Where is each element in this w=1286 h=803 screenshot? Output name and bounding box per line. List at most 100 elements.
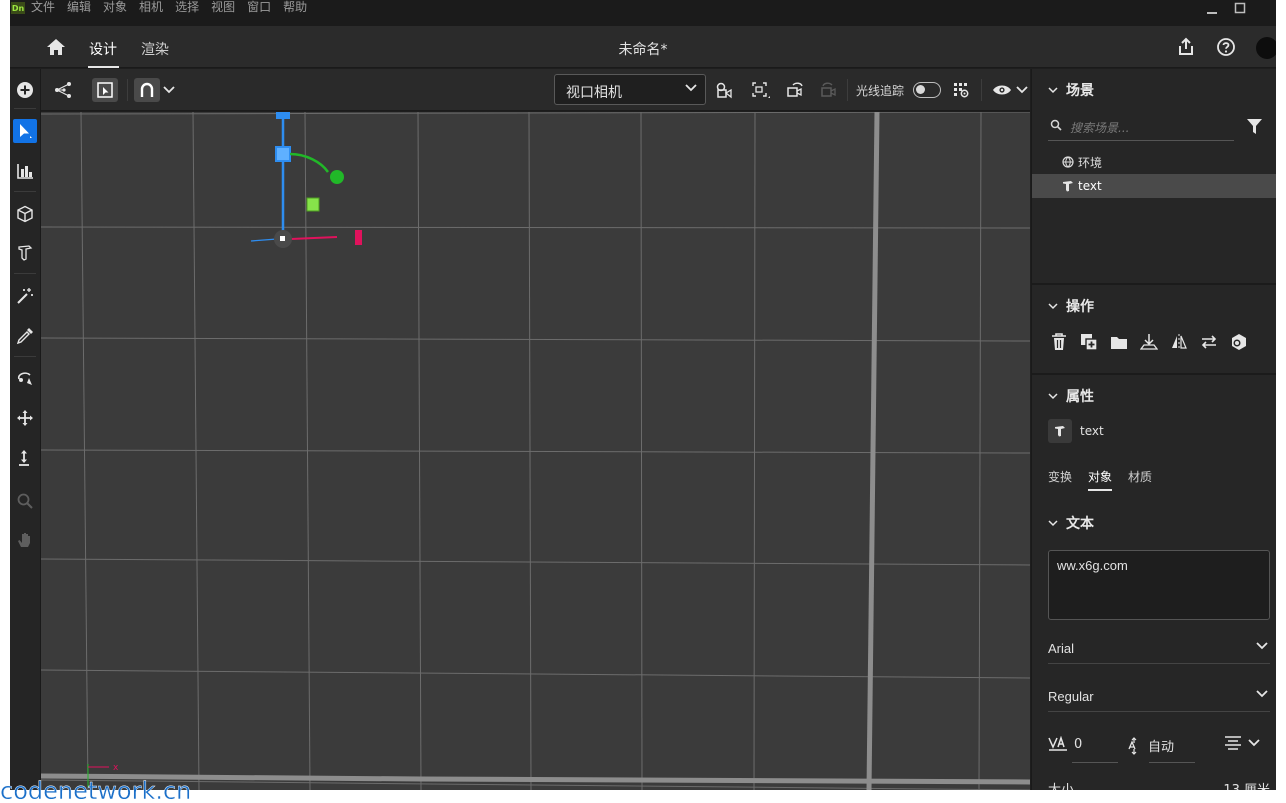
pan-move-icon[interactable] [13, 406, 37, 430]
plane-edge-vertical [866, 112, 880, 790]
folder-icon[interactable] [1108, 331, 1129, 353]
render-settings-icon[interactable] [948, 78, 974, 102]
viewport-canvas[interactable]: x [41, 112, 1030, 790]
3d-viewport[interactable]: x [41, 112, 1030, 790]
menu-help[interactable]: 帮助 [283, 0, 307, 14]
share-icon[interactable] [1175, 36, 1197, 58]
camera-add-icon[interactable] [712, 78, 738, 102]
dolly-icon[interactable] [13, 446, 37, 470]
size-value[interactable]: 13 厘米 [1223, 779, 1270, 790]
duplicate-icon[interactable] [1078, 331, 1099, 353]
font-style-value: Regular [1048, 689, 1094, 704]
snap-options-chevron-icon[interactable] [159, 78, 179, 102]
raytrace-toggle[interactable] [913, 82, 941, 98]
swap-icon[interactable] [1198, 331, 1219, 353]
tracking-icon [1048, 736, 1067, 751]
scene-item-label: text [1078, 179, 1102, 193]
drop-to-ground-icon[interactable] [1138, 331, 1159, 353]
scene-section-header[interactable]: 场景 [1048, 80, 1094, 100]
toggle-knob [916, 85, 925, 94]
chart-icon[interactable] [13, 159, 37, 183]
scene-item-label: 环境 [1078, 155, 1103, 170]
app-window: Dn 文件 编辑 对象 相机 选择 视图 窗口 帮助 设计 渲染 未命名* 视口… [10, 0, 1276, 790]
add-icon[interactable] [13, 78, 37, 102]
axis-x-label: x [113, 763, 119, 773]
visibility-chevron-icon[interactable] [1014, 78, 1030, 102]
chevron-down-icon [1256, 690, 1268, 698]
right-panel: 场景 搜索场景... 环境 text 操作 属性 text 变换 对象 材质 文… [1031, 69, 1276, 790]
menu-window[interactable]: 窗口 [247, 0, 271, 14]
document-title: 未命名* [618, 42, 668, 58]
scene-item-text[interactable]: text [1032, 174, 1276, 198]
properties-section-header[interactable]: 属性 [1048, 386, 1094, 406]
tab-transform[interactable]: 变换 [1048, 468, 1072, 485]
menu-edit[interactable]: 编辑 [67, 0, 91, 14]
tab-object[interactable]: 对象 [1088, 468, 1112, 485]
snap-magnet-icon[interactable] [134, 78, 160, 102]
orbit-icon[interactable] [13, 366, 37, 390]
chevron-down-icon [1256, 642, 1268, 650]
tab-design[interactable]: 设计 [89, 39, 117, 59]
selected-object: text [1048, 419, 1104, 443]
font-family-select[interactable]: Arial [1048, 636, 1270, 664]
eyedropper-icon[interactable] [13, 324, 37, 348]
zoom-icon[interactable] [13, 489, 37, 513]
ground-grid [41, 112, 1030, 790]
tab-material[interactable]: 材质 [1128, 468, 1152, 485]
filter-icon[interactable] [1246, 118, 1263, 135]
box-icon[interactable] [13, 202, 37, 226]
menu-file[interactable]: 文件 [31, 0, 55, 14]
mirror-icon[interactable] [1168, 331, 1189, 353]
chevron-down-icon [1248, 739, 1260, 747]
visibility-eye-icon[interactable] [989, 78, 1015, 102]
size-label: 大小 [1048, 783, 1074, 790]
tracking-field[interactable]: 0 [1048, 736, 1082, 752]
material-ball-icon[interactable] [1228, 331, 1249, 353]
chevron-down-icon [685, 84, 697, 92]
globe-icon [1062, 156, 1074, 168]
menu-select[interactable]: 选择 [175, 0, 199, 14]
gizmo-uniform-scale-handle [306, 197, 320, 212]
camera-select[interactable]: 视口相机 [554, 74, 706, 105]
leading-value: 自动 [1148, 740, 1175, 755]
camera-frame-icon[interactable] [748, 78, 774, 102]
text-content-field[interactable]: ww.x6g.com [1048, 550, 1270, 620]
scene-graph-icon[interactable] [50, 78, 76, 102]
leading-field[interactable]: 自动 [1126, 736, 1174, 755]
scene-search-placeholder: 搜索场景... [1070, 121, 1130, 135]
avatar[interactable] [1256, 37, 1276, 59]
home-icon[interactable] [46, 38, 66, 56]
text-section-header[interactable]: 文本 [1048, 513, 1094, 533]
operations-toolbar [1048, 331, 1249, 353]
maximize-icon[interactable] [1234, 2, 1246, 14]
minimize-icon[interactable] [1206, 6, 1218, 16]
active-property-tab-indicator [1088, 489, 1112, 491]
menu-object[interactable]: 对象 [103, 0, 127, 14]
hand-icon[interactable] [13, 528, 37, 552]
scene-search-input[interactable]: 搜索场景... [1048, 113, 1234, 141]
text-3d-icon [1063, 181, 1073, 192]
camera-undo-icon[interactable] [782, 78, 808, 102]
viewport-toolbar: 视口相机 光线追踪 [41, 69, 1030, 111]
menu-camera[interactable]: 相机 [139, 0, 163, 14]
tab-render[interactable]: 渲染 [141, 39, 169, 59]
text-3d-icon[interactable] [13, 241, 37, 265]
font-family-value: Arial [1048, 641, 1075, 656]
font-style-select[interactable]: Regular [1048, 684, 1270, 712]
scene-item-environment[interactable]: 环境 [1032, 150, 1276, 174]
gizmo-y-scale-handle [275, 146, 291, 162]
trash-icon[interactable] [1048, 331, 1069, 353]
title-bar: 设计 渲染 未命名* [10, 26, 1276, 68]
help-icon[interactable] [1215, 36, 1237, 58]
leading-icon [1128, 736, 1137, 755]
operations-section-header[interactable]: 操作 [1048, 296, 1094, 316]
menu-view[interactable]: 视图 [211, 0, 235, 14]
camera-redo-icon[interactable] [816, 78, 842, 102]
align-select[interactable] [1224, 736, 1260, 750]
active-tab-indicator [88, 66, 119, 68]
frame-selection-icon[interactable] [92, 78, 118, 102]
magic-wand-icon[interactable] [13, 284, 37, 308]
select-icon[interactable] [13, 119, 37, 143]
text-3d-icon [1048, 419, 1072, 443]
chevron-down-icon [1048, 86, 1058, 93]
